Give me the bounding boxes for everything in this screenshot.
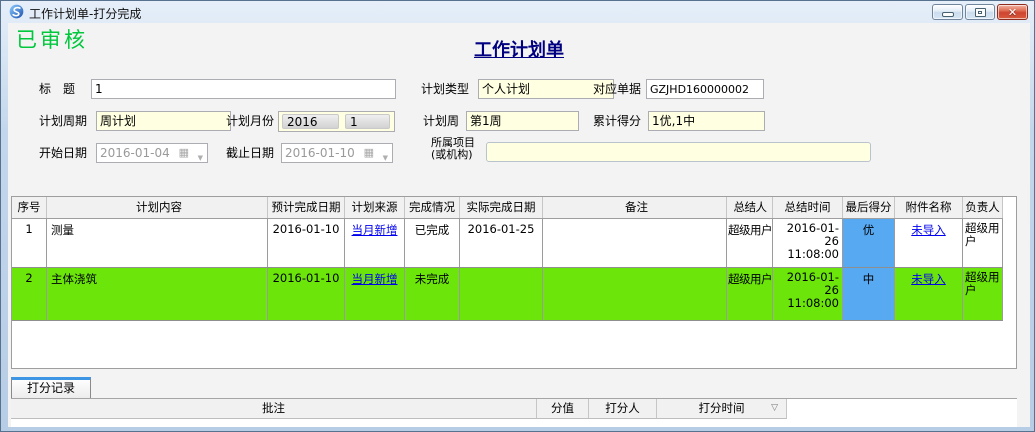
col-source[interactable]: 计划来源 xyxy=(345,197,405,218)
col-score-time[interactable]: 打分时间 ▽ xyxy=(657,399,787,418)
plan-table-header: 序号 计划内容 预计完成日期 计划来源 完成情况 实际完成日期 备注 总结人 总… xyxy=(12,197,1003,219)
plan-month-field: 2016 1 xyxy=(278,111,395,132)
col-seq[interactable]: 序号 xyxy=(12,197,47,218)
year-spinner[interactable]: 2016 xyxy=(282,114,339,129)
maximize-icon xyxy=(975,8,986,17)
cell-status: 未完成 xyxy=(405,268,460,320)
source-link[interactable]: 当月新增 xyxy=(352,272,398,286)
cell-status: 已完成 xyxy=(405,219,460,267)
cell-summarizer: 超级用户 xyxy=(727,219,773,267)
cell-final-score: 优 xyxy=(843,219,895,267)
plan-month-label: 计划月份 xyxy=(226,111,274,131)
total-score-label: 累计得分 xyxy=(593,111,641,131)
attachment-link[interactable]: 未导入 xyxy=(911,223,946,237)
table-row[interactable]: 2 主体浇筑 2016-01-10 当月新增 未完成 超级用户 2016-01-… xyxy=(12,268,1003,321)
project-field[interactable] xyxy=(486,142,871,162)
col-comment[interactable]: 批注 xyxy=(11,399,537,418)
minimize-icon xyxy=(942,12,954,17)
project-label-line1: 所属项目 xyxy=(431,137,475,148)
cell-summary-time: 2016-01-26 11:08:00 xyxy=(773,268,843,320)
dropdown-arrow-icon: ▼ xyxy=(198,149,203,167)
plan-table: 序号 计划内容 预计完成日期 计划来源 完成情况 实际完成日期 备注 总结人 总… xyxy=(11,196,1017,369)
doc-no-label: 对应单据 xyxy=(593,79,641,99)
plan-cycle-field[interactable]: 周计划 xyxy=(96,111,231,131)
cell-expected-date: 2016-01-10 xyxy=(268,268,345,320)
cell-owner: 超级用户 xyxy=(963,268,1003,320)
end-date-picker[interactable]: 2016-01-10 ▦ ▼ xyxy=(281,143,393,163)
end-date-label: 截止日期 xyxy=(226,143,274,163)
cell-actual-date xyxy=(460,268,543,320)
col-final-score[interactable]: 最后得分 xyxy=(843,197,895,218)
col-actual-date[interactable]: 实际完成日期 xyxy=(460,197,543,218)
col-scorer[interactable]: 打分人 xyxy=(589,399,657,418)
col-expected-date[interactable]: 预计完成日期 xyxy=(268,197,345,218)
month-spinner[interactable]: 1 xyxy=(345,114,390,129)
calendar-icon: ▦ xyxy=(179,146,189,160)
cell-source: 当月新增 xyxy=(345,219,405,267)
col-owner[interactable]: 负责人 xyxy=(963,197,1003,218)
cell-remark xyxy=(543,219,727,267)
calendar-icon: ▦ xyxy=(364,146,374,160)
total-score-field[interactable]: 1优,1中 xyxy=(648,111,765,131)
score-table-header: 批注 分值 打分人 打分时间 ▽ xyxy=(11,399,787,419)
attachment-link[interactable]: 未导入 xyxy=(911,272,946,286)
close-icon: ✕ xyxy=(1008,6,1017,19)
col-summary-time[interactable]: 总结时间 xyxy=(773,197,843,218)
score-table: 批注 分值 打分人 打分时间 ▽ xyxy=(11,398,1017,427)
source-link[interactable]: 当月新增 xyxy=(352,223,398,237)
doc-no-input[interactable] xyxy=(646,79,764,99)
col-status[interactable]: 完成情况 xyxy=(405,197,460,218)
plan-week-field[interactable]: 第1周 xyxy=(466,111,579,131)
maximize-button[interactable] xyxy=(965,4,995,20)
minimize-button[interactable] xyxy=(932,4,963,20)
cell-owner: 超级用户 xyxy=(963,219,1003,267)
cell-attachment: 未导入 xyxy=(895,219,963,267)
cell-expected-date: 2016-01-10 xyxy=(268,219,345,267)
project-label-line2: (或机构) xyxy=(431,149,473,160)
col-remark[interactable]: 备注 xyxy=(543,197,727,218)
tab-score-records[interactable]: 打分记录 xyxy=(11,377,91,398)
cell-summary-time: 2016-01-26 11:08:00 xyxy=(773,219,843,267)
cell-seq: 1 xyxy=(12,219,47,267)
app-window: 工作计划单-打分完成 ✕ 已审核 工作计划单 标 题 计划类型 个人计划 对应单… xyxy=(0,0,1035,432)
cell-summarizer: 超级用户 xyxy=(727,268,773,320)
col-content[interactable]: 计划内容 xyxy=(47,197,268,218)
start-date-picker[interactable]: 2016-01-04 ▦ ▼ xyxy=(96,143,208,163)
start-date-label: 开始日期 xyxy=(39,143,87,163)
window-title: 工作计划单-打分完成 xyxy=(29,5,141,22)
plan-week-label: 计划周 xyxy=(423,111,459,131)
title-label: 标 题 xyxy=(39,79,75,99)
cell-content: 主体浇筑 xyxy=(47,268,268,320)
cell-attachment: 未导入 xyxy=(895,268,963,320)
form-body: 已审核 工作计划单 标 题 计划类型 个人计划 对应单据 计划周期 周计划 计划… xyxy=(8,23,1030,427)
titlebar[interactable]: 工作计划单-打分完成 ✕ xyxy=(1,1,1034,23)
col-score-value[interactable]: 分值 xyxy=(537,399,589,418)
dropdown-arrow-icon: ▼ xyxy=(383,149,388,167)
plan-cycle-label: 计划周期 xyxy=(39,111,87,131)
cell-source: 当月新增 xyxy=(345,268,405,320)
col-attachment[interactable]: 附件名称 xyxy=(895,197,963,218)
plan-type-label: 计划类型 xyxy=(421,79,469,99)
close-button[interactable]: ✕ xyxy=(997,4,1028,20)
cell-content: 测量 xyxy=(47,219,268,267)
cell-remark xyxy=(543,268,727,320)
app-icon xyxy=(9,4,24,19)
cell-final-score: 中 xyxy=(843,268,895,320)
page-title: 工作计划单 xyxy=(8,36,1030,62)
col-summarizer[interactable]: 总结人 xyxy=(727,197,773,218)
cell-actual-date: 2016-01-25 xyxy=(460,219,543,267)
table-row[interactable]: 1 测量 2016-01-10 当月新增 已完成 2016-01-25 超级用户… xyxy=(12,219,1003,268)
sort-desc-icon[interactable]: ▽ xyxy=(771,399,778,418)
cell-seq: 2 xyxy=(12,268,47,320)
title-input[interactable] xyxy=(91,79,396,99)
